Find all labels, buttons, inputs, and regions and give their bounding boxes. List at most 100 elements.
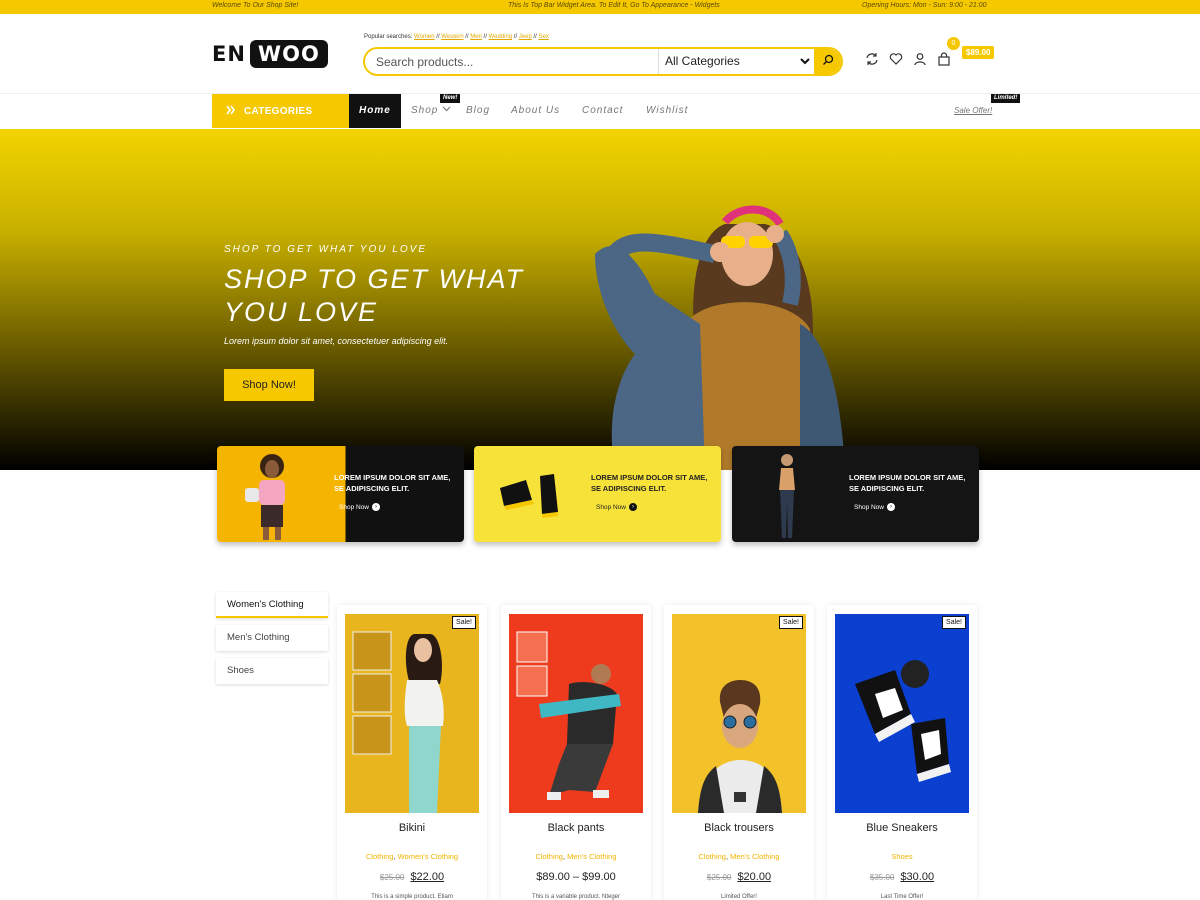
logo-text-en: EN — [212, 42, 246, 66]
promo-text: LOREM IPSUM DOLOR SIT AME, SE ADIPISCING… — [849, 472, 965, 494]
popular-term-link[interactable]: Western — [441, 34, 463, 40]
promo-sneakers-image — [500, 474, 558, 518]
limited-badge: Limited! — [991, 94, 1021, 103]
tab-shoes[interactable]: Shoes — [216, 658, 328, 684]
product-category-link[interactable]: Women's Clothing — [398, 852, 459, 861]
product-image[interactable]: Sale! — [835, 614, 969, 813]
product-card[interactable]: Sale! Bikini Clothing, Women's Clothing … — [345, 614, 479, 900]
promo-line: SE ADIPISCING ELIT. — [849, 484, 925, 493]
popular-term-link[interactable]: Wedding — [489, 34, 513, 40]
product-name[interactable]: Blue Sneakers — [835, 822, 969, 834]
nav-home[interactable]: Home — [349, 94, 401, 128]
hero-shop-now-button[interactable]: Shop Now! — [224, 369, 314, 401]
hero-model-image — [595, 205, 845, 470]
search-input[interactable] — [365, 49, 658, 74]
product-card[interactable]: Sale! Blue Sneakers Shoes $35.00 $30.00 … — [835, 614, 969, 900]
price-range: $89.00 – $99.00 — [536, 871, 616, 883]
product-categories: Clothing, Men's Clothing — [698, 852, 780, 861]
categories-button[interactable]: CATEGORIES — [212, 94, 349, 128]
product-card[interactable]: Black pants Clothing, Men's Clothing $89… — [509, 614, 643, 900]
product-price: $25.00 $20.00 — [672, 871, 806, 883]
search-icon — [822, 53, 834, 71]
nav-about-us[interactable]: About Us — [511, 94, 560, 128]
popular-term-link[interactable]: Women — [414, 34, 435, 40]
product-name[interactable]: Black trousers — [672, 822, 806, 834]
site-logo[interactable]: EN WOO — [212, 40, 328, 68]
promo-shop-now-link[interactable]: Shop Now › — [596, 503, 637, 511]
nav-blog[interactable]: Blog — [466, 94, 490, 128]
product-note: This is a simple product. Etiam — [371, 894, 453, 900]
promo-shop-now-link[interactable]: Shop Now › — [339, 503, 380, 511]
promo-card[interactable]: LOREM IPSUM DOLOR SIT AME, SE ADIPISCING… — [732, 446, 979, 542]
cart-icon[interactable] — [937, 52, 951, 66]
sale-price: $20.00 — [737, 871, 772, 883]
product-name[interactable]: Black pants — [509, 822, 643, 834]
promo-line: LOREM IPSUM DOLOR SIT AME, — [849, 473, 966, 482]
hero-description: Lorem ipsum dolor sit amet, consectetuer… — [224, 336, 449, 346]
product-photo-black-pants — [516, 631, 621, 800]
product-categories: Shoes — [835, 852, 969, 861]
product-category-link[interactable]: Clothing — [535, 852, 563, 861]
nav-shop-label: Shop — [411, 105, 439, 116]
topbar-widget-text: This Is Top Bar Widget Area. To Edit It,… — [508, 2, 720, 9]
sale-badge: Sale! — [452, 616, 476, 629]
double-chevron-right-icon — [226, 105, 236, 118]
category-select[interactable]: All Categories — [658, 49, 816, 74]
nav-wishlist[interactable]: Wishlist — [646, 94, 688, 128]
product-image[interactable] — [509, 614, 643, 813]
promo-shop-now-link[interactable]: Shop Now › — [854, 503, 895, 511]
promo-link-label: Shop Now — [339, 503, 369, 511]
arrow-right-icon: › — [629, 503, 637, 511]
promo-card[interactable]: LOREM IPSUM DOLOR SIT AME, SE ADIPISCING… — [474, 446, 721, 542]
nav-contact[interactable]: Contact — [582, 94, 623, 128]
product-price: $35.00 $30.00 — [835, 871, 969, 883]
sale-price: $30.00 — [900, 871, 935, 883]
sale-offer-link[interactable]: Sale Offer! — [954, 106, 992, 115]
compare-icon[interactable] — [865, 52, 879, 66]
product-image[interactable]: Sale! — [672, 614, 806, 813]
popular-searches: Popular searches: Women // Western // Me… — [364, 34, 549, 40]
product-card[interactable]: Sale! Black trousers Clothing, Men's Clo… — [672, 614, 806, 900]
old-price: $25.00 — [379, 873, 405, 882]
search-button[interactable] — [814, 49, 841, 74]
promo-line: LOREM IPSUM DOLOR SIT AME, — [334, 473, 451, 482]
search-bar: All Categories — [363, 47, 843, 76]
hero-title: SHOP TO GET WHAT YOU LOVE — [224, 264, 525, 327]
hero-banner: SHOP TO GET WHAT YOU LOVE SHOP TO GET WH… — [0, 129, 1200, 470]
product-price: $89.00 – $99.00 — [509, 871, 643, 883]
tab-womens-clothing[interactable]: Women's Clothing — [216, 592, 328, 618]
product-category-link[interactable]: Clothing — [366, 852, 394, 861]
arrow-right-icon: › — [372, 503, 380, 511]
promo-link-label: Shop Now — [854, 503, 884, 511]
cart-total[interactable]: $89.00 — [962, 46, 995, 59]
heart-icon[interactable] — [889, 52, 903, 66]
promo-card[interactable]: LOREM IPSUM DOLOR SIT AME, SE ADIPISCING… — [217, 446, 464, 542]
promo-woman-image — [245, 454, 285, 540]
popular-searches-label: Popular searches: — [364, 34, 413, 40]
categories-label: CATEGORIES — [244, 105, 313, 117]
popular-term-link[interactable]: Jeep — [519, 34, 532, 40]
hero-kicker: SHOP TO GET WHAT YOU LOVE — [224, 244, 427, 255]
product-note: This is a variable product. Nteger — [531, 894, 621, 900]
sale-price: $22.00 — [410, 871, 445, 883]
top-bar: Welcome To Our Shop Site! This Is Top Ba… — [0, 0, 1200, 14]
product-photo-black-trousers — [698, 680, 782, 813]
popular-term-link[interactable]: Sex — [538, 34, 548, 40]
tab-mens-clothing[interactable]: Men's Clothing — [216, 625, 328, 651]
product-note: Limited Offer! — [721, 894, 757, 900]
product-category-link[interactable]: Shoes — [891, 852, 912, 861]
promo-line: LOREM IPSUM DOLOR SIT AME, — [591, 473, 708, 482]
product-category-link[interactable]: Men's Clothing — [730, 852, 779, 861]
popular-term-link[interactable]: Men — [470, 34, 482, 40]
promo-link-label: Shop Now — [596, 503, 626, 511]
old-price: $25.00 — [706, 873, 732, 882]
product-categories: Clothing, Women's Clothing — [365, 852, 459, 861]
promo-line: SE ADIPISCING ELIT. — [591, 484, 667, 493]
user-icon[interactable] — [913, 52, 927, 66]
product-category-link[interactable]: Men's Clothing — [567, 852, 616, 861]
product-image[interactable]: Sale! — [345, 614, 479, 813]
product-photo-bikini — [352, 631, 444, 813]
product-category-link[interactable]: Clothing — [698, 852, 726, 861]
product-name[interactable]: Bikini — [345, 822, 479, 834]
opening-hours: Opening Hours: Mon - Sun: 9:00 - 21:00 — [862, 2, 987, 9]
